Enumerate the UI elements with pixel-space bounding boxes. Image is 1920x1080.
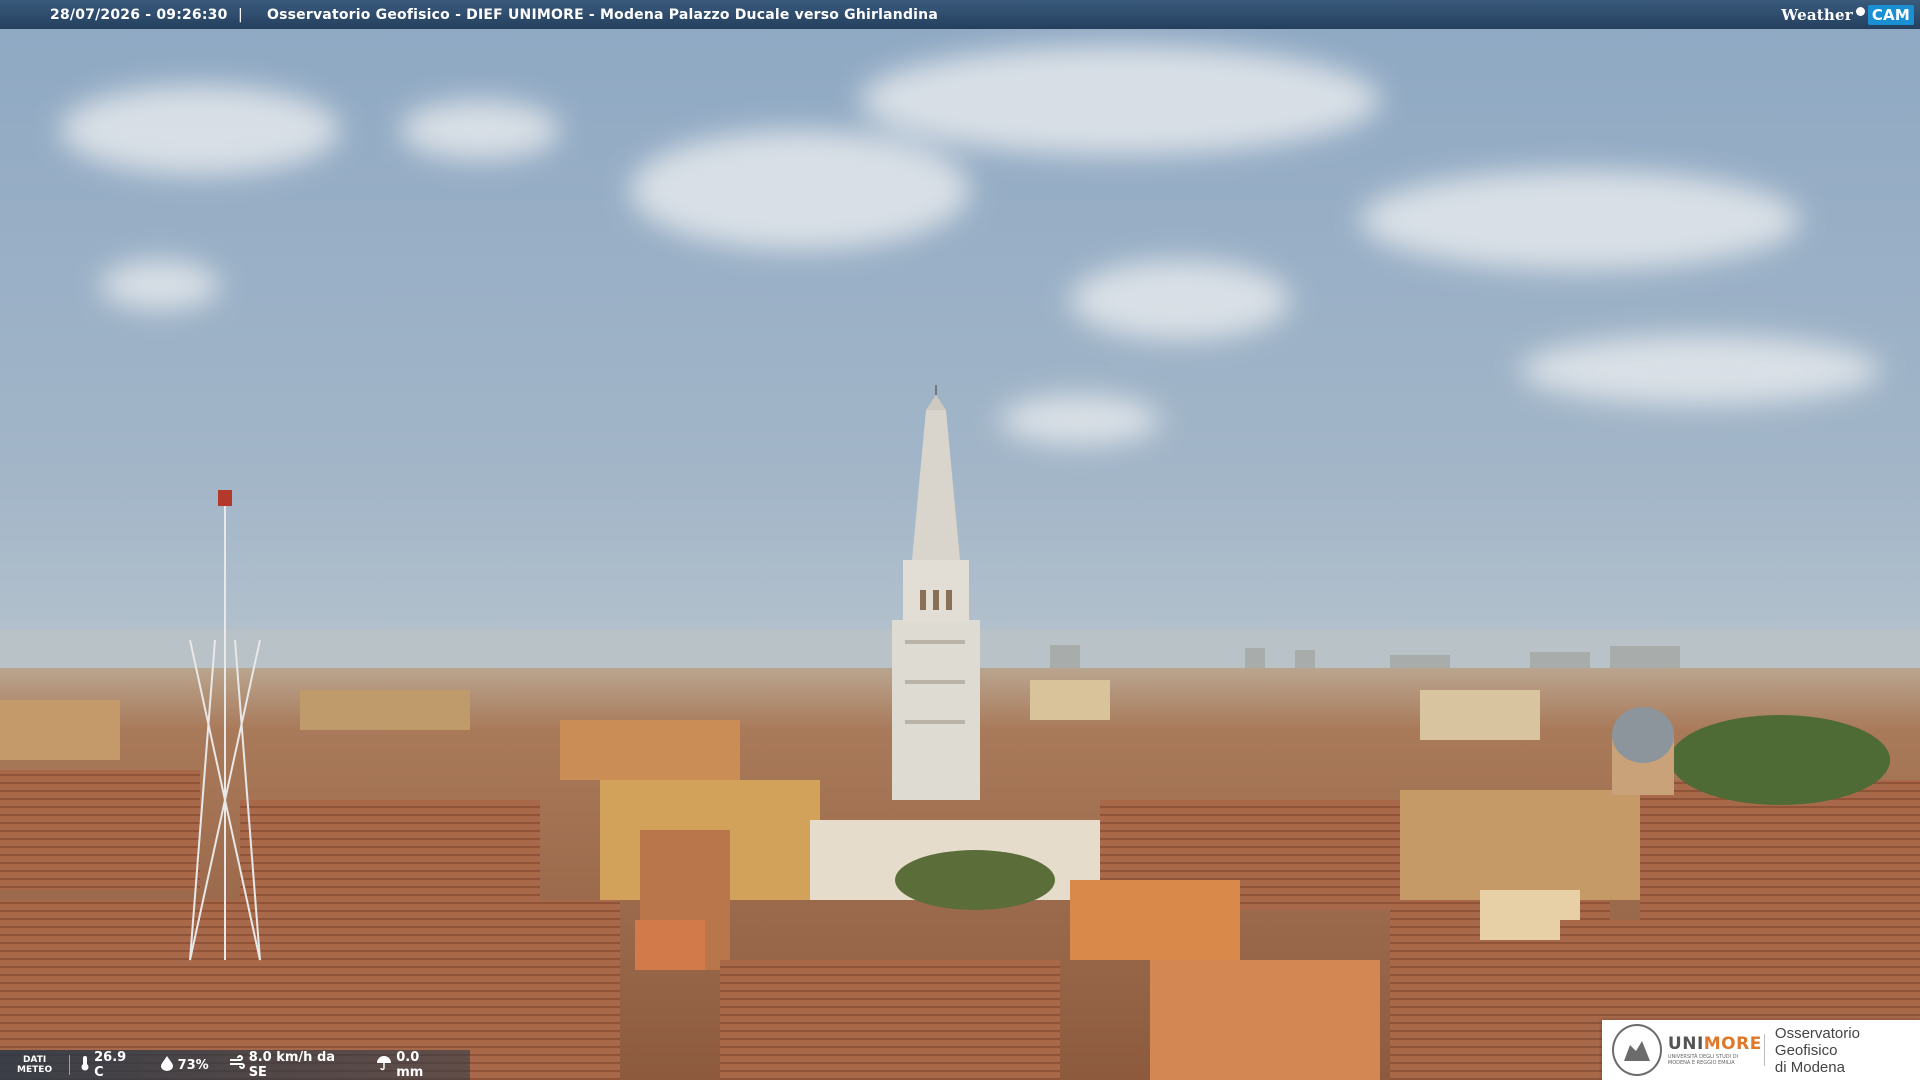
camera-title: Osservatorio Geofisico - DIEF UNIMORE - … (267, 6, 938, 23)
observatory-name: Osservatorio Geofisico di Modena (1775, 1025, 1920, 1076)
unimore-wordmark: UNIMORE UNIVERSITÀ DEGLI STUDI DI MODENA… (1668, 1034, 1765, 1066)
weathercam-word: Weather (1781, 5, 1853, 24)
temperature-value: 26.9 C (94, 1050, 127, 1080)
university-seal-icon (1612, 1024, 1662, 1076)
humidity-value: 73% (177, 1057, 209, 1073)
temperature-reading: 26.9 C (80, 1050, 139, 1080)
observatory-line-2: di Modena (1774, 1058, 1845, 1076)
weathercam-cam: CAM (1867, 4, 1914, 25)
unimore-observatory-logo: UNIMORE UNIVERSITÀ DEGLI STUDI DI MODENA… (1602, 1020, 1920, 1080)
top-info-bar: 28/07/2026 - 09:26:30 | Osservatorio Geo… (0, 0, 1920, 29)
humidity-reading: 73% (160, 1055, 209, 1075)
weather-data-bar: DATI METEO 26.9 C 73% 8.0 km/h da SE 0.0… (0, 1050, 470, 1080)
meteo-label: DATI METEO (0, 1055, 71, 1075)
unimore-sub-2: MODENA E REGGIO EMILIA (1667, 1060, 1735, 1066)
water-drop-icon (160, 1055, 174, 1075)
unimore-name-part-b: MORE (1703, 1034, 1762, 1054)
meteo-label-bottom: METEO (17, 1065, 53, 1075)
webcam-image (0, 0, 1920, 1080)
observatory-line-1: Osservatorio Geofisico (1774, 1024, 1860, 1059)
dome-right (1612, 707, 1674, 795)
umbrella-icon (376, 1055, 392, 1075)
rain-reading: 0.0 mm (376, 1050, 450, 1080)
rain-value: 0.0 mm (396, 1050, 424, 1080)
unimore-name-part-a: UNI (1667, 1034, 1704, 1054)
weathercam-logo: Weather CAM (1781, 4, 1914, 25)
unimore-name: UNIMORE (1667, 1034, 1761, 1054)
wind-reading: 8.0 km/h da SE (229, 1050, 357, 1080)
timestamp: 28/07/2026 - 09:26:30 (50, 6, 228, 23)
header-separator: | (238, 6, 243, 23)
meteo-label-top: DATI (22, 1055, 47, 1065)
wind-value: 8.0 km/h da SE (248, 1050, 336, 1080)
wind-icon (229, 1055, 245, 1075)
weathercam-dot-icon (1855, 7, 1865, 16)
thermometer-icon (80, 1055, 90, 1075)
